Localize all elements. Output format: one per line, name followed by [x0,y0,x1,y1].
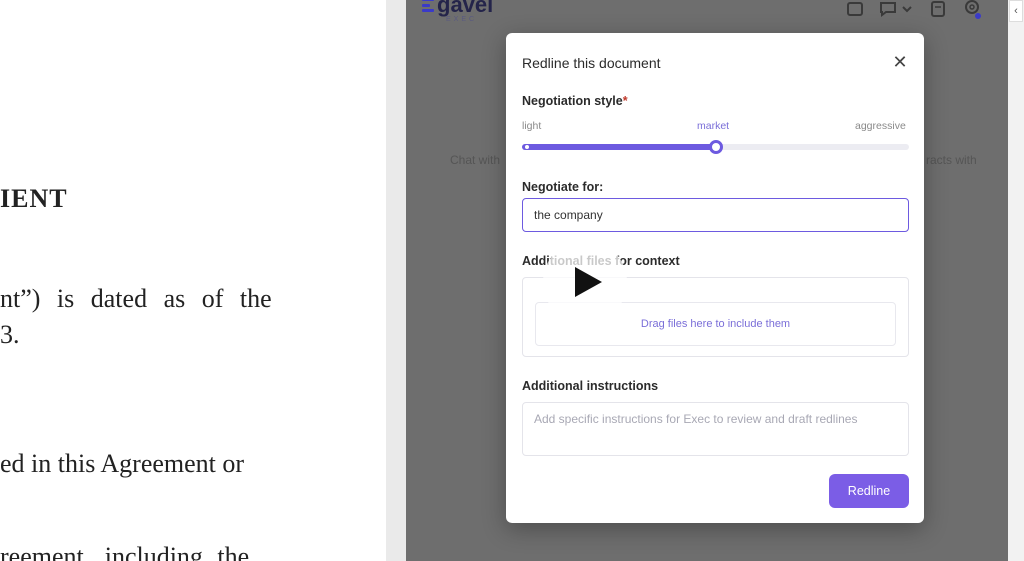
modal-title: Redline this document [522,55,661,71]
slider-fill [522,144,716,150]
additional-instructions-label: Additional instructions [522,379,659,393]
chevron-down-icon[interactable] [900,0,914,18]
document-icon[interactable] [928,0,948,18]
required-mark: * [622,94,628,108]
play-icon [574,267,602,297]
video-play-button[interactable] [543,240,627,324]
slider-thumb[interactable] [708,140,723,154]
logo-mark-icon [422,0,434,12]
document-line: reement, including the [0,542,250,561]
logo-subtext: EXEC [446,16,478,23]
document-line: nt”) is dated as of the [0,284,272,313]
background-hint-text: racts with [926,153,977,167]
collapse-button[interactable]: ‹ [1009,0,1023,22]
document-pane: IENT nt”) is dated as of the 3. ed in th… [0,0,386,561]
logo-text: gavel [437,0,494,17]
negotiation-style-label: Negotiation style* [522,94,628,108]
gavel-logo: gavel [422,0,493,16]
redline-button[interactable]: Redline [829,474,909,508]
document-line: 3. [0,320,20,349]
negotiation-style-label-text: Negotiation style [522,94,623,108]
calendar-icon[interactable] [845,0,865,18]
chat-icon[interactable] [878,0,898,18]
document-heading: IENT [0,184,68,213]
close-icon[interactable]: ✕ [891,53,909,71]
negotiate-for-input[interactable] [522,198,909,232]
right-edge-strip [1008,0,1024,561]
document-line: ed in this Agreement or [0,449,245,478]
additional-instructions-input[interactable] [522,402,909,456]
slider-mid-label: market [697,120,730,132]
slider-max-label: aggressive [855,120,906,132]
background-hint-text: Chat with [450,153,501,167]
slider-min-label: light [522,120,542,132]
negotiation-style-slider[interactable] [522,140,909,154]
negotiate-for-label: Negotiate for: [522,180,604,194]
pane-divider[interactable] [386,0,406,561]
slider-start-dot [525,145,529,149]
gear-icon[interactable] [962,0,982,19]
